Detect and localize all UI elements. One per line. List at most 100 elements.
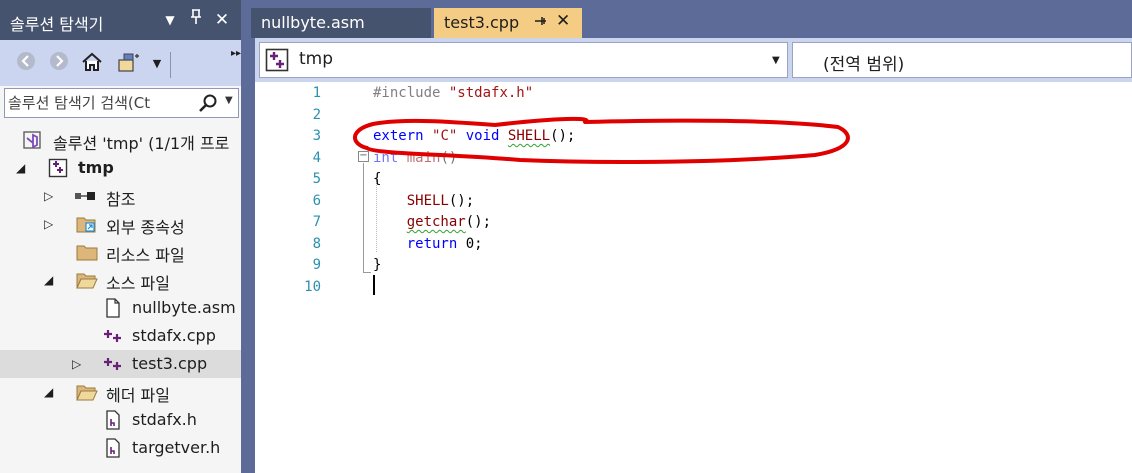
tree-item-label: 참조 <box>106 190 136 209</box>
close-icon[interactable]: ✕ <box>212 8 232 32</box>
folder-icon <box>76 242 98 262</box>
line-number: 1 <box>312 85 321 101</box>
fold-guide <box>363 163 364 273</box>
cpp-project-icon <box>265 48 289 72</box>
scope-dropdown-value: (전역 범위) <box>823 55 905 75</box>
keyword-token: int <box>373 150 399 166</box>
line-number: 6 <box>312 193 321 209</box>
keyword-token: void <box>465 128 500 144</box>
home-icon[interactable] <box>78 50 106 78</box>
tree-item-source-files[interactable]: ◢ 소스 파일 <box>0 266 241 294</box>
expanded-arrow-icon[interactable]: ◢ <box>44 384 58 400</box>
keyword-token: return <box>406 236 458 252</box>
function-token: main <box>406 150 441 166</box>
tree-item-label: test3.cpp <box>132 354 208 373</box>
tree-item-stdafx-h[interactable]: stdafx.h <box>0 406 241 434</box>
tree-item-label: 솔루션 'tmp' (1/1개 프로 <box>53 134 230 153</box>
solution-explorer-toolbar: ▼ ▸▸ <box>0 40 241 86</box>
tree-item-resource-files[interactable]: 리소스 파일 <box>0 238 241 266</box>
tree-item-project[interactable]: ◢ tmp <box>0 154 241 182</box>
collapsed-arrow-icon[interactable]: ▷ <box>72 356 86 372</box>
folder-open-icon <box>76 270 98 290</box>
solution-search-box[interactable]: ▼ <box>4 88 239 118</box>
solution-explorer-title-bar: 솔루션 탐색기 ▼ ✕ <box>0 0 241 40</box>
pin-icon[interactable] <box>533 14 547 32</box>
close-icon[interactable]: ✕ <box>556 11 570 31</box>
pin-icon[interactable] <box>186 8 206 32</box>
collapse-icon[interactable]: − <box>358 151 369 162</box>
search-input[interactable] <box>8 92 196 114</box>
back-icon[interactable] <box>12 50 40 78</box>
code-line-7: getchar(); <box>373 214 491 230</box>
tab-test3-cpp[interactable]: test3.cpp ✕ <box>434 8 582 38</box>
tree-item-stdafx-cpp[interactable]: stdafx.cpp <box>0 322 241 350</box>
project-dropdown-value: tmp <box>299 49 334 69</box>
cpp-file-icon <box>102 354 122 374</box>
tab-nullbyte-asm[interactable]: nullbyte.asm <box>251 8 431 38</box>
punctuation-token: (); <box>448 193 475 209</box>
scope-dropdown[interactable]: (전역 범위) <box>792 42 1132 78</box>
tree-item-label: stdafx.cpp <box>132 326 216 345</box>
fold-guide-end <box>363 272 371 273</box>
expanded-arrow-icon[interactable]: ◢ <box>16 160 30 176</box>
header-file-icon <box>104 410 124 430</box>
switch-views-icon[interactable] <box>115 50 143 78</box>
tree-item-targetver-h[interactable]: targetver.h <box>0 434 241 462</box>
search-icon[interactable] <box>198 93 218 113</box>
references-icon <box>74 186 95 206</box>
collapsed-arrow-icon[interactable]: ▷ <box>44 188 58 204</box>
tree-item-external-dependencies[interactable]: ▷ 외부 종속성 <box>0 210 241 238</box>
cpp-file-icon <box>102 326 122 346</box>
dropdown-icon[interactable]: ▼ <box>160 8 180 32</box>
tree-item-label: targetver.h <box>132 438 221 457</box>
code-line-9: } <box>373 257 382 273</box>
preprocessor-token: #include <box>373 85 441 101</box>
collapsed-arrow-icon[interactable]: ▷ <box>44 216 58 232</box>
punctuation-token: (); <box>550 128 576 144</box>
line-number-gutter: 1 2 3 4 5 6 7 8 9 10 <box>255 82 335 473</box>
code-line-6: SHELL(); <box>373 193 474 209</box>
punctuation-token: (); <box>465 214 492 230</box>
tree-item-label: stdafx.h <box>132 410 197 429</box>
line-number: 10 <box>304 279 321 295</box>
tree-item-label: tmp <box>78 158 114 177</box>
tree-item-label: nullbyte.asm <box>132 298 236 317</box>
line-number: 9 <box>312 257 321 273</box>
project-dropdown[interactable]: tmp ▼ <box>259 42 788 78</box>
tree-item-label: 헤더 파일 <box>106 386 170 405</box>
line-number: 4 <box>312 150 321 166</box>
function-token: getchar <box>406 214 466 230</box>
tab-label: nullbyte.asm <box>261 13 365 32</box>
chevron-down-icon[interactable]: ▼ <box>143 50 171 78</box>
number-token: 0; <box>465 236 483 252</box>
chevron-down-icon[interactable]: ▼ <box>225 95 233 106</box>
file-icon <box>104 298 124 318</box>
forward-icon[interactable] <box>45 50 73 78</box>
tree-item-label: 외부 종속성 <box>106 218 185 237</box>
code-line-4: int main() <box>373 150 457 166</box>
code-line-3: extern "C" void SHELL(); <box>373 128 575 144</box>
string-token: "C" <box>432 128 458 144</box>
tree-item-nullbyte-asm[interactable]: nullbyte.asm <box>0 294 241 322</box>
text-caret <box>373 275 375 295</box>
cpp-project-icon <box>48 158 68 178</box>
tree-item-solution[interactable]: 솔루션 'tmp' (1/1개 프로 <box>0 126 241 154</box>
overflow-icon[interactable]: ▸▸ <box>222 40 241 68</box>
header-file-icon <box>104 438 124 458</box>
string-token: "stdafx.h" <box>448 85 534 101</box>
punctuation-token: () <box>440 150 458 166</box>
editor-frame: nullbyte.asm test3.cpp ✕ tmp ▼ (전역 범위) 1… <box>241 0 1132 473</box>
line-number: 5 <box>312 171 321 187</box>
function-token: SHELL <box>406 193 449 209</box>
line-number: 7 <box>312 214 321 230</box>
tree-item-header-files[interactable]: ◢ 헤더 파일 <box>0 378 241 406</box>
expanded-arrow-icon[interactable]: ◢ <box>44 272 58 288</box>
code-editor[interactable]: 1 2 3 4 5 6 7 8 9 10 − #include "stdafx.… <box>255 82 1132 473</box>
tree-item-references[interactable]: ▷ 참조 <box>0 182 241 210</box>
tab-label: test3.cpp <box>444 13 520 32</box>
tree-item-test3-cpp[interactable]: ▷ test3.cpp <box>0 350 241 378</box>
chevron-down-icon[interactable]: ▼ <box>772 55 780 66</box>
vs-solution-icon <box>22 130 42 150</box>
solution-explorer-panel: 솔루션 탐색기 ▼ ✕ ▼ ▸▸ ▼ <box>0 0 241 473</box>
document-tabs: nullbyte.asm test3.cpp ✕ <box>241 0 1132 38</box>
